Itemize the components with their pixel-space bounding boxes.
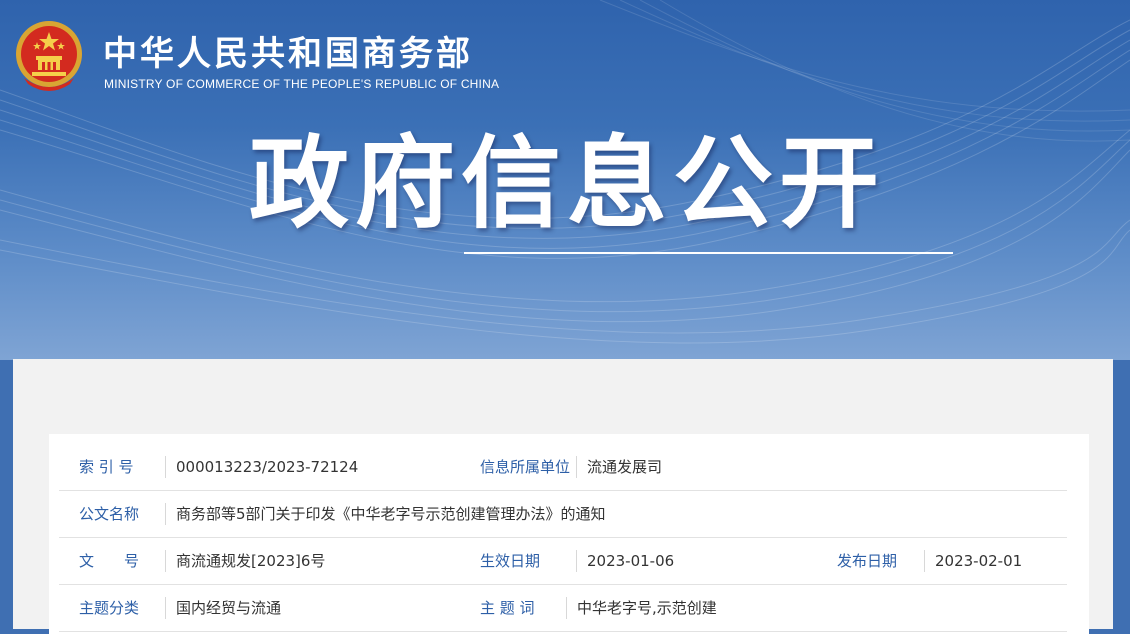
keywords-value: 中华老字号,示范创建	[577, 599, 717, 617]
divider	[165, 456, 166, 478]
ministry-name-en[interactable]: MINISTRY OF COMMERCE OF THE PEOPLE'S REP…	[104, 77, 499, 91]
ministry-name-cn[interactable]: 中华人民共和国商务部	[103, 26, 473, 75]
keywords-label: 主 题 词	[480, 599, 535, 617]
index-label: 索 引 号	[79, 458, 134, 476]
info-row-index: 索 引 号 000013223/2023-72124 信息所属单位 流通发展司	[59, 444, 1067, 491]
header-banner: 中华人民共和国商务部 MINISTRY OF COMMERCE OF THE P…	[0, 0, 1130, 360]
divider	[165, 503, 166, 525]
doc-no-value: 商流通规发[2023]6号	[176, 552, 326, 570]
doc-name-value: 商务部等5部门关于印发《中华老字号示范创建管理办法》的通知	[176, 505, 606, 523]
title-underline	[464, 252, 953, 254]
document-info-table: 索 引 号 000013223/2023-72124 信息所属单位 流通发展司 …	[49, 434, 1089, 634]
divider	[576, 456, 577, 478]
content-panel: 索 引 号 000013223/2023-72124 信息所属单位 流通发展司 …	[13, 359, 1113, 634]
doc-no-label: 文 号	[79, 552, 140, 570]
publish-date-value: 2023-02-01	[935, 552, 1023, 570]
publish-date-label: 发布日期	[837, 552, 898, 570]
divider	[576, 550, 577, 572]
category-value: 国内经贸与流通	[176, 599, 282, 617]
category-label: 主题分类	[79, 599, 140, 617]
doc-name-label: 公文名称	[79, 505, 140, 523]
unit-label: 信息所属单位	[480, 458, 571, 476]
info-row-doc-no: 文 号 商流通规发[2023]6号 生效日期 2023-01-06 发布日期 2…	[59, 538, 1067, 585]
page-title: 政府信息公开	[249, 125, 885, 242]
info-row-doc-name: 公文名称 商务部等5部门关于印发《中华老字号示范创建管理办法》的通知	[59, 491, 1067, 538]
unit-value: 流通发展司	[587, 458, 663, 476]
index-value: 000013223/2023-72124	[176, 458, 359, 476]
divider	[165, 550, 166, 572]
divider	[924, 550, 925, 572]
divider	[165, 597, 166, 619]
effective-date-value: 2023-01-06	[587, 552, 675, 570]
national-emblem-icon	[16, 21, 82, 91]
effective-date-label: 生效日期	[480, 552, 541, 570]
info-row-category: 主题分类 国内经贸与流通 主 题 词 中华老字号,示范创建	[59, 585, 1067, 632]
divider	[566, 597, 567, 619]
